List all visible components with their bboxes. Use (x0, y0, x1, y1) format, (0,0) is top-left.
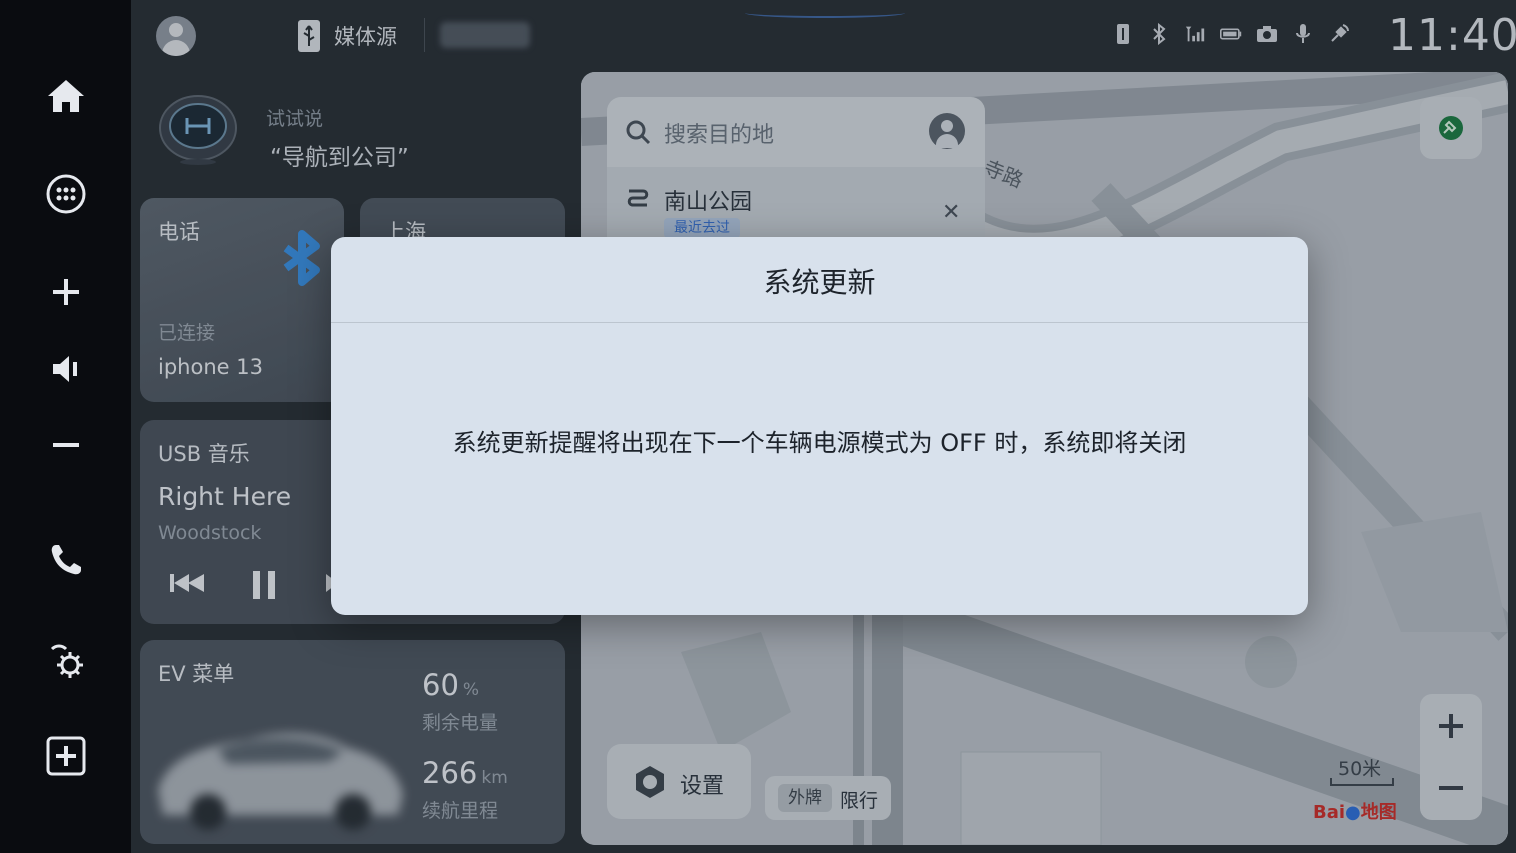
home-icon (48, 80, 84, 112)
plus-icon (53, 279, 79, 305)
speaker-icon (53, 356, 77, 382)
apps-grid-icon (46, 174, 86, 214)
car-settings-icon (50, 644, 83, 678)
system-update-dialog[interactable]: 系统更新 系统更新提醒将出现在下一个车辆电源模式为 OFF 时，系统即将关闭 (331, 237, 1308, 615)
add-widget-button[interactable] (30, 720, 102, 792)
volume-indicator (30, 333, 102, 405)
phone-button[interactable] (30, 524, 102, 596)
add-box-icon (46, 736, 86, 776)
phone-icon (51, 545, 81, 575)
minus-icon (53, 443, 79, 447)
home-button[interactable] (30, 60, 102, 132)
dialog-message: 系统更新提醒将出现在下一个车辆电源模式为 OFF 时，系统即将关闭 (452, 429, 1187, 457)
dialog-divider (331, 322, 1308, 323)
left-rail (0, 0, 131, 853)
apps-button[interactable] (30, 158, 102, 230)
volume-down-button[interactable] (30, 409, 102, 481)
dialog-title: 系统更新 (763, 266, 876, 299)
volume-up-button[interactable] (30, 256, 102, 328)
vehicle-settings-button[interactable] (30, 625, 102, 697)
